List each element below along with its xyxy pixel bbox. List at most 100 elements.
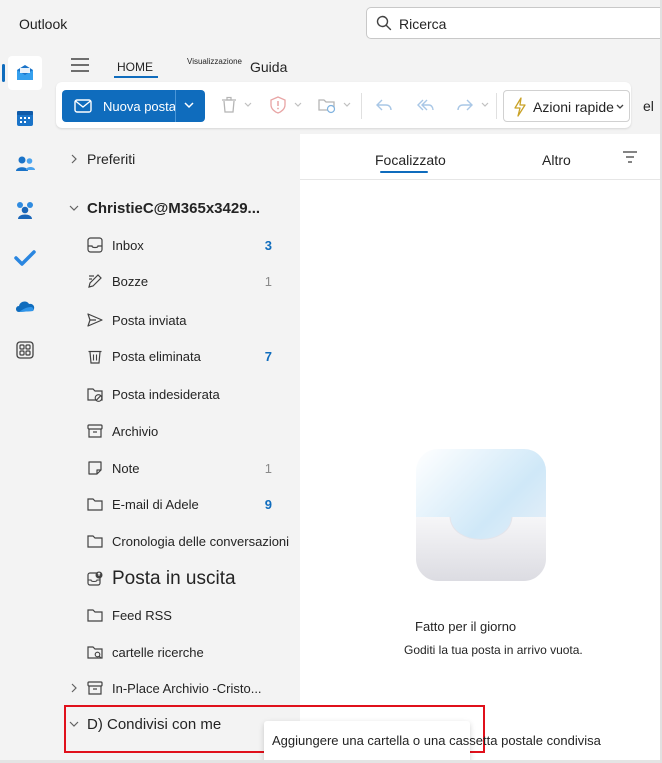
unread-count: 9 xyxy=(264,497,272,512)
filter-icon[interactable] xyxy=(622,150,638,164)
empty-state-subtitle: Goditi la tua posta in arrivo vuota. xyxy=(404,643,583,657)
chevron-down-icon[interactable] xyxy=(481,101,489,109)
toolbar-divider xyxy=(496,93,497,119)
empty-state-title: Fatto per il giorno xyxy=(415,619,517,634)
chevron-down-icon[interactable] xyxy=(343,101,351,109)
folder-label: Inbox xyxy=(112,238,144,253)
account-section[interactable]: ChristieC@M365x3429... xyxy=(50,194,300,222)
app-title: Outlook xyxy=(19,16,68,32)
mail-app-button[interactable] xyxy=(2,56,42,90)
report-shield-icon[interactable] xyxy=(268,95,288,115)
toolbar-overflow-text[interactable]: el xyxy=(643,98,654,114)
people-app-button[interactable] xyxy=(8,147,42,181)
chevron-down-icon[interactable] xyxy=(244,101,252,109)
tab-home-indicator xyxy=(114,76,158,78)
folder-label: In-Place Archivio -Cristo... xyxy=(112,681,262,696)
notes-icon xyxy=(88,461,102,475)
folder-item-search-folders[interactable]: cartelle ricerche xyxy=(50,638,300,666)
item-count: 1 xyxy=(264,274,272,289)
folder-item-junk[interactable]: Posta indesiderata xyxy=(50,380,300,408)
search-input[interactable]: Ricerca xyxy=(399,16,446,32)
people-icon xyxy=(16,156,35,171)
mail-icon xyxy=(17,65,33,80)
folder-item-rss[interactable]: Feed RSS xyxy=(50,601,300,629)
folder-item-outbox[interactable]: Posta in uscita xyxy=(50,565,300,593)
trash-icon xyxy=(88,350,102,364)
apps-grid-icon xyxy=(16,341,34,359)
toolbar-divider xyxy=(361,93,362,119)
tab-focused-indicator xyxy=(380,171,428,173)
move-folder-icon[interactable] xyxy=(317,95,337,115)
folder-item-sent[interactable]: Posta inviata xyxy=(50,306,300,334)
search-icon xyxy=(376,15,392,31)
envelope-icon xyxy=(74,99,92,113)
tab-other[interactable]: Altro xyxy=(542,152,571,168)
chevron-down-icon[interactable] xyxy=(294,101,302,109)
new-mail-button[interactable]: Nuova posta xyxy=(62,90,205,122)
title-bar: Outlook Ricerca xyxy=(0,0,662,46)
folder-label: Cronologia delle conversazioni xyxy=(112,534,290,549)
app-rail xyxy=(0,46,50,763)
reply-all-icon[interactable] xyxy=(415,95,435,115)
new-mail-label: Nuova posta xyxy=(103,99,176,114)
lightning-bolt-icon xyxy=(514,97,526,117)
forward-icon[interactable] xyxy=(455,95,475,115)
more-apps-button[interactable] xyxy=(8,333,42,367)
search-box[interactable]: Ricerca xyxy=(366,7,662,39)
archive-icon xyxy=(87,424,103,438)
account-label: ChristieC@M365x3429... xyxy=(87,200,261,217)
delete-icon[interactable] xyxy=(219,95,239,115)
folder-label: Feed RSS xyxy=(112,608,172,623)
folder-label: E-mail di Adele xyxy=(112,497,199,512)
search-folder-icon xyxy=(87,646,103,659)
folder-item-drafts[interactable]: Bozze 1 xyxy=(50,267,300,295)
folder-icon xyxy=(87,535,103,548)
tab-view[interactable]: Visualizzazione xyxy=(187,57,242,66)
folder-item-notes[interactable]: Note 1 xyxy=(50,454,300,482)
unread-count: 3 xyxy=(264,238,272,253)
quick-steps-label: Azioni rapide xyxy=(533,99,614,115)
folder-label: cartelle ricerche xyxy=(112,645,204,660)
inbox-icon xyxy=(87,237,103,253)
folder-label: Archivio xyxy=(112,424,159,439)
favorites-section[interactable]: Preferiti xyxy=(50,145,300,173)
folder-item-in-place-archive[interactable]: In-Place Archivio -Cristo... xyxy=(50,674,300,702)
message-list-pane: Focalizzato Altro Fatto per il giorno Go… xyxy=(300,134,662,763)
outbox-icon xyxy=(87,571,103,586)
folder-item-archive[interactable]: Archivio xyxy=(50,417,300,445)
todo-app-button[interactable] xyxy=(8,241,42,275)
hamburger-menu-icon[interactable] xyxy=(70,57,90,73)
folder-item-adele[interactable]: E-mail di Adele 9 xyxy=(50,490,300,518)
add-shared-folder-option[interactable]: Aggiungere una cartella o una cassetta p… xyxy=(272,733,601,748)
chevron-right-icon[interactable] xyxy=(69,683,79,693)
tab-focused[interactable]: Focalizzato xyxy=(375,152,446,168)
chevron-down-icon xyxy=(69,205,79,211)
archive-icon xyxy=(87,681,103,695)
cloud-icon xyxy=(16,301,35,312)
new-mail-split-divider xyxy=(175,90,176,122)
chevron-down-icon[interactable] xyxy=(615,102,625,112)
junk-icon xyxy=(87,388,103,402)
tab-home[interactable]: HOME xyxy=(117,60,153,74)
chevron-down-icon[interactable] xyxy=(183,99,195,111)
favorites-label: Preferiti xyxy=(87,151,136,167)
folder-label: Posta in uscita xyxy=(112,568,236,589)
folder-pane: Preferiti ChristieC@M365x3429... Inbox 3… xyxy=(50,134,300,763)
folder-item-deleted[interactable]: Posta eliminata 7 xyxy=(50,342,300,370)
tab-help[interactable]: Guida xyxy=(250,59,287,75)
onedrive-app-button[interactable] xyxy=(8,289,42,323)
reply-icon[interactable] xyxy=(374,95,394,115)
groups-icon xyxy=(17,202,33,219)
checkmark-icon xyxy=(14,250,36,266)
groups-app-button[interactable] xyxy=(8,193,42,227)
folder-item-inbox[interactable]: Inbox 3 xyxy=(50,231,300,259)
calendar-app-button[interactable] xyxy=(8,101,42,135)
chevron-right-icon xyxy=(71,154,77,164)
folder-icon xyxy=(87,498,103,511)
quick-steps-button[interactable]: Azioni rapide xyxy=(503,90,630,122)
folder-label: Posta indesiderata xyxy=(112,387,220,402)
calendar-icon xyxy=(17,111,33,126)
folder-item-conversation-history[interactable]: Cronologia delle conversazioni xyxy=(50,527,300,555)
folder-label: Note xyxy=(112,461,140,476)
folder-label: Posta eliminata xyxy=(112,349,201,364)
